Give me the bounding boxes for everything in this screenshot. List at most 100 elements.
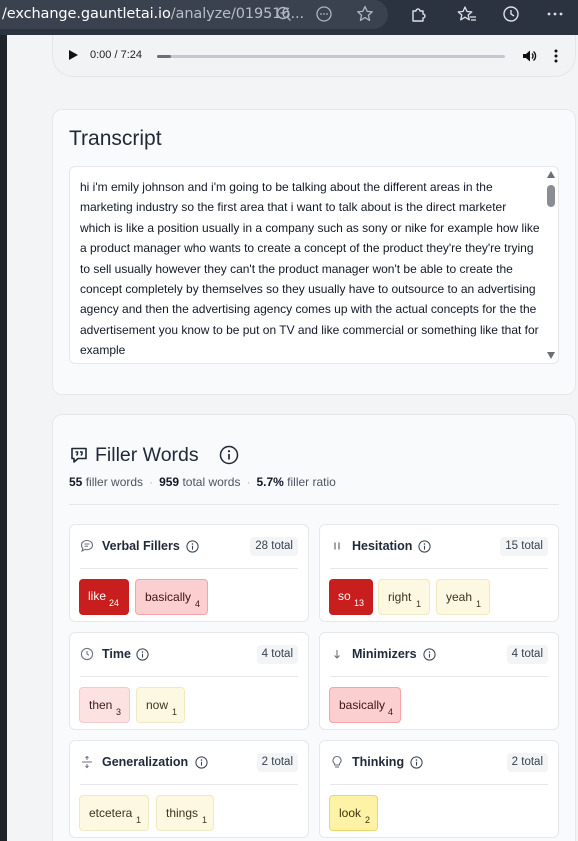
chip-word: look bbox=[339, 806, 362, 820]
filler-ratio: 5.7% bbox=[256, 475, 284, 489]
audio-more-icon[interactable] bbox=[548, 47, 564, 65]
transcript-title: Transcript bbox=[69, 127, 162, 150]
favorite-star-icon[interactable] bbox=[354, 3, 376, 25]
chip-count: 1 bbox=[476, 599, 482, 609]
filler-words-card: Filler Words 55 filler words · 959 total w… bbox=[52, 414, 576, 841]
category-generalization: Generalization 2 total etcetera 1 things 1 bbox=[69, 740, 309, 838]
filler-ratio-label: filler ratio bbox=[287, 475, 336, 489]
url-text[interactable]: /exchange.gauntletai.io/analyze/019516..… bbox=[2, 6, 304, 22]
category-name: Verbal Fillers bbox=[102, 539, 180, 553]
info-icon[interactable] bbox=[418, 540, 431, 553]
transcript-card: Transcript hi i'm emily johnson and i'm … bbox=[52, 109, 576, 395]
category-hesitation: Hesitation 15 total so 13 right 1 yeah 1 bbox=[319, 524, 559, 622]
filler-chip[interactable]: basically 4 bbox=[329, 687, 401, 723]
chip-word: yeah bbox=[446, 590, 473, 604]
chip-count: 1 bbox=[416, 599, 422, 609]
chip-count: 3 bbox=[116, 707, 122, 717]
more-icon[interactable] bbox=[544, 3, 566, 25]
filler-chip[interactable]: now 1 bbox=[136, 687, 185, 723]
category-total: 4 total bbox=[256, 645, 298, 664]
category-name: Time bbox=[102, 647, 131, 661]
lightbulb-icon bbox=[330, 755, 344, 769]
category-total: 4 total bbox=[506, 645, 548, 664]
chip-word: basically bbox=[145, 590, 192, 604]
filler-stats: 55 filler words · 959 total words · 5.7% fil… bbox=[69, 475, 336, 489]
chip-count: 24 bbox=[109, 598, 120, 608]
arrow-down-icon bbox=[330, 647, 344, 661]
category-verbal-fillers: Verbal Fillers 28 total like 24 basically… bbox=[69, 524, 309, 622]
category-total: 2 total bbox=[256, 753, 298, 772]
transcript-box[interactable]: hi i'm emily johnson and i'm going to be… bbox=[69, 166, 559, 364]
category-name: Thinking bbox=[352, 755, 405, 769]
chip-count: 1 bbox=[202, 815, 208, 825]
url-host: /exchange.gauntletai.io bbox=[2, 6, 171, 22]
info-icon[interactable] bbox=[195, 756, 208, 769]
category-name: Minimizers bbox=[352, 647, 417, 661]
category-name: Generalization bbox=[102, 755, 189, 769]
filler-chip[interactable]: yeah 1 bbox=[436, 579, 490, 615]
filler-chip[interactable]: so 13 bbox=[329, 579, 373, 615]
window-edge bbox=[0, 35, 7, 841]
pause-icon bbox=[330, 539, 344, 553]
chat-quote-icon bbox=[69, 445, 89, 465]
chip-word: etcetera bbox=[89, 806, 133, 820]
chip-count: 2 bbox=[365, 815, 371, 825]
filler-count-label: filler words bbox=[85, 475, 144, 489]
chip-word: then bbox=[89, 698, 113, 712]
expand-vertical-icon bbox=[80, 755, 94, 769]
info-icon[interactable] bbox=[186, 540, 199, 553]
favorites-icon[interactable] bbox=[456, 3, 478, 25]
filler-words-title: Filler Words bbox=[95, 444, 199, 466]
address-bar[interactable]: /exchange.gauntletai.io/analyze/019516..… bbox=[0, 0, 388, 29]
info-icon[interactable] bbox=[423, 648, 436, 661]
category-total: 28 total bbox=[250, 537, 298, 556]
play-icon[interactable] bbox=[69, 50, 78, 60]
category-minimizers: Minimizers 4 total basically 4 bbox=[319, 632, 559, 730]
zoom-out-icon[interactable] bbox=[273, 3, 295, 25]
filler-chip[interactable]: then 3 bbox=[79, 687, 130, 723]
volume-icon[interactable] bbox=[521, 48, 537, 64]
chip-word: right bbox=[388, 590, 412, 604]
filler-chip[interactable]: right 1 bbox=[378, 579, 430, 615]
extensions-icon[interactable] bbox=[408, 3, 430, 25]
filler-chip[interactable]: like 24 bbox=[79, 579, 129, 615]
filler-chip[interactable]: etcetera 1 bbox=[79, 795, 149, 831]
filler-chip[interactable]: basically 4 bbox=[135, 579, 208, 615]
chip-word: basically bbox=[339, 698, 386, 712]
chip-count: 4 bbox=[195, 599, 201, 609]
chip-word: things bbox=[166, 806, 199, 820]
filler-chip[interactable]: look 2 bbox=[329, 795, 378, 831]
reader-icon[interactable] bbox=[313, 3, 335, 25]
scrollbar-thumb[interactable] bbox=[547, 185, 555, 207]
speech-bubble-icon bbox=[80, 539, 94, 553]
chip-count: 1 bbox=[136, 815, 142, 825]
category-time: Time 4 total then 3 now 1 bbox=[69, 632, 309, 730]
category-name: Hesitation bbox=[352, 539, 413, 553]
chip-word: like bbox=[88, 589, 107, 603]
divider bbox=[69, 504, 559, 505]
chip-count: 13 bbox=[354, 598, 365, 608]
info-icon[interactable] bbox=[410, 756, 423, 769]
chip-count: 1 bbox=[172, 707, 178, 717]
category-total: 15 total bbox=[500, 537, 548, 556]
audio-time: 0:00 / 7:24 bbox=[90, 49, 142, 61]
info-icon[interactable] bbox=[219, 445, 239, 465]
audio-player[interactable]: 0:00 / 7:24 bbox=[52, 35, 576, 77]
browser-toolbar: /exchange.gauntletai.io/analyze/019516..… bbox=[0, 0, 578, 35]
audio-seek-bar[interactable] bbox=[157, 55, 505, 58]
category-thinking: Thinking 2 total look 2 bbox=[319, 740, 559, 838]
filler-count: 55 bbox=[69, 475, 83, 489]
audio-progress bbox=[157, 55, 171, 58]
scroll-down-arrow[interactable] bbox=[547, 352, 555, 359]
filler-chip[interactable]: things 1 bbox=[156, 795, 214, 831]
chip-word: now bbox=[146, 698, 169, 712]
transcript-text: hi i'm emily johnson and i'm going to be… bbox=[80, 180, 540, 358]
chip-word: so bbox=[338, 589, 351, 603]
total-words-label: total words bbox=[182, 475, 241, 489]
clock-icon bbox=[80, 647, 94, 661]
chip-count: 4 bbox=[388, 707, 394, 717]
history-icon[interactable] bbox=[500, 3, 522, 25]
scroll-up-arrow[interactable] bbox=[547, 171, 555, 178]
total-words-count: 959 bbox=[159, 475, 180, 489]
info-icon[interactable] bbox=[136, 648, 149, 661]
